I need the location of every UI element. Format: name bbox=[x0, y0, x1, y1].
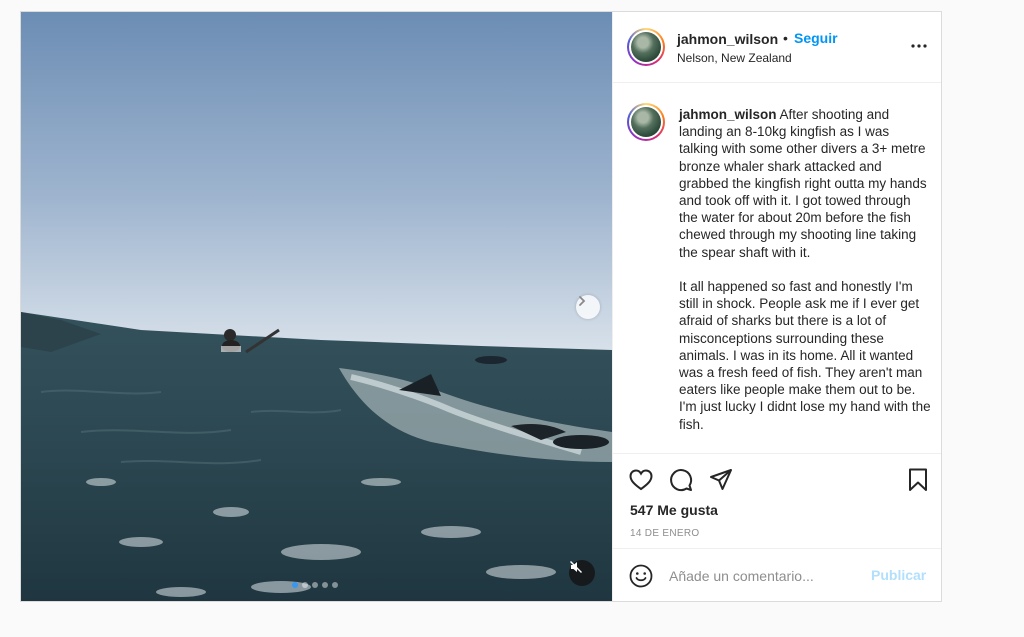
caption-avatar[interactable] bbox=[627, 103, 665, 141]
caption-username[interactable]: jahmon_wilson bbox=[679, 107, 777, 122]
ocean-scene-image bbox=[21, 12, 612, 601]
comment-form: Publicar bbox=[613, 548, 941, 601]
publish-button[interactable]: Publicar bbox=[871, 567, 926, 583]
more-options-icon[interactable] bbox=[909, 36, 929, 56]
avatar-border bbox=[629, 30, 663, 64]
caption-text: jahmon_wilson After shooting and landing… bbox=[679, 106, 931, 433]
post-sidebar: jahmon_wilson • Seguir Nelson, New Zeala… bbox=[612, 12, 941, 601]
post-video[interactable] bbox=[21, 12, 612, 601]
heart-icon[interactable] bbox=[628, 467, 654, 493]
mute-button[interactable] bbox=[569, 560, 595, 586]
location-link[interactable]: Nelson, New Zealand bbox=[677, 51, 792, 65]
action-bar: 547 Me gusta 14 DE ENERO bbox=[613, 454, 941, 554]
carousel-dot bbox=[322, 582, 328, 588]
carousel-dot bbox=[302, 582, 308, 588]
muted-speaker-icon bbox=[570, 561, 582, 573]
avatar-image bbox=[631, 32, 661, 62]
instagram-post: jahmon_wilson • Seguir Nelson, New Zeala… bbox=[20, 11, 942, 602]
avatar-border bbox=[629, 105, 663, 139]
post-header: jahmon_wilson • Seguir Nelson, New Zeala… bbox=[613, 12, 941, 83]
comment-icon[interactable] bbox=[668, 467, 694, 493]
next-slide-button[interactable] bbox=[576, 295, 600, 319]
caption-body: After shooting and landing an 8-10kg kin… bbox=[679, 107, 931, 432]
carousel-dot bbox=[292, 582, 298, 588]
carousel-dot bbox=[312, 582, 318, 588]
chevron-right-icon bbox=[579, 296, 586, 306]
separator-bullet: • bbox=[783, 30, 788, 46]
carousel-dot bbox=[332, 582, 338, 588]
emoji-icon[interactable] bbox=[628, 563, 654, 589]
username-link[interactable]: jahmon_wilson bbox=[677, 31, 778, 47]
post-date[interactable]: 14 DE ENERO bbox=[630, 528, 699, 539]
follow-button[interactable]: Seguir bbox=[794, 30, 838, 46]
caption-area: jahmon_wilson After shooting and landing… bbox=[613, 83, 941, 454]
bookmark-icon[interactable] bbox=[905, 467, 931, 493]
avatar[interactable] bbox=[627, 28, 665, 66]
paper-plane-icon[interactable] bbox=[708, 467, 734, 493]
carousel-indicator bbox=[292, 582, 338, 588]
comment-input[interactable] bbox=[667, 561, 861, 591]
likes-count[interactable]: 547 Me gusta bbox=[630, 502, 718, 518]
avatar-image bbox=[631, 107, 661, 137]
